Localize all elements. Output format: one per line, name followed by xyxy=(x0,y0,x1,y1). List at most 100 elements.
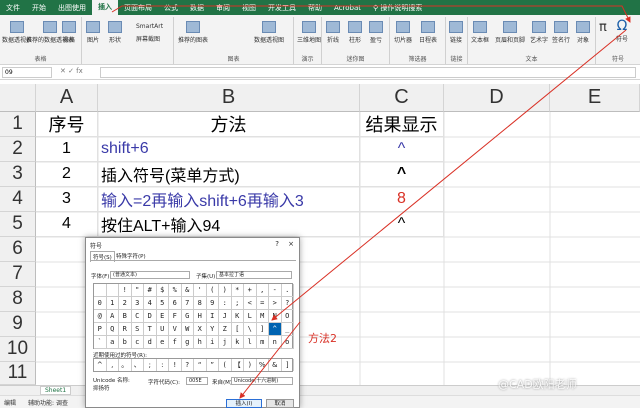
symbol-cell[interactable]: 3 xyxy=(131,297,144,310)
tab-view[interactable]: 视图 xyxy=(236,3,262,13)
column-header-c[interactable]: C xyxy=(360,84,444,112)
symbol-cell[interactable]: U xyxy=(156,323,169,336)
symbol-cell[interactable]: c xyxy=(131,336,144,349)
row-header[interactable]: 5 xyxy=(0,212,36,237)
char-code-input[interactable]: 005E xyxy=(186,377,208,385)
symbol-cell[interactable]: > xyxy=(269,297,282,310)
symbol-cell[interactable]: e xyxy=(156,336,169,349)
symbol-cell[interactable]: O xyxy=(281,310,294,323)
symbol-cell[interactable]: 4 xyxy=(144,297,157,310)
row-header[interactable]: 8 xyxy=(0,287,36,312)
symbol-cell[interactable]: < xyxy=(244,297,257,310)
symbol-cell[interactable]: Z xyxy=(219,323,232,336)
symbol-cell[interactable]: Y xyxy=(206,323,219,336)
cell-a4[interactable]: 3 xyxy=(36,187,98,212)
symbol-cell[interactable]: 6 xyxy=(169,297,182,310)
recent-symbol[interactable]: ^ xyxy=(94,359,107,371)
cell-a1[interactable]: 序号 xyxy=(36,112,98,137)
recent-symbol[interactable]: & xyxy=(269,359,282,371)
recommended-charts-button[interactable]: 推荐的图表 xyxy=(178,21,208,44)
symbol-cell[interactable]: B xyxy=(119,310,132,323)
symbol-cell[interactable]: L xyxy=(244,310,257,323)
symbol-cell[interactable]: M xyxy=(256,310,269,323)
recent-symbol[interactable]: ? xyxy=(182,359,194,371)
cancel-button[interactable]: 取消 xyxy=(266,399,294,408)
symbol-cell[interactable]: l xyxy=(244,336,257,349)
equation-button[interactable]: π xyxy=(599,20,607,35)
recent-symbol[interactable]: ! xyxy=(169,359,182,371)
recent-symbol[interactable]: 、 xyxy=(132,359,144,371)
symbol-cell[interactable]: n xyxy=(269,336,282,349)
tab-data[interactable]: 数据 xyxy=(184,3,210,13)
tab-acrobat[interactable]: Acrobat xyxy=(328,4,367,12)
tab-help[interactable]: 帮助 xyxy=(302,3,328,13)
row-header[interactable]: 6 xyxy=(0,237,36,262)
cell-c4[interactable]: 8 xyxy=(360,187,444,212)
link-button[interactable]: 链接 xyxy=(449,21,463,44)
3d-map-button[interactable]: 三维地图 xyxy=(297,21,321,44)
symbol-cell[interactable]: i xyxy=(206,336,219,349)
tab-file[interactable]: 文件 xyxy=(0,3,26,13)
symbol-cell[interactable]: . xyxy=(281,284,294,297)
sparkline-line-button[interactable]: 折线 xyxy=(326,21,340,44)
symbol-cell[interactable]: ; xyxy=(231,297,244,310)
cell-a5[interactable]: 4 xyxy=(36,212,98,237)
symbol-cell[interactable]: " xyxy=(131,284,144,297)
select-all-corner[interactable] xyxy=(0,84,36,112)
cell-b5[interactable]: 按住ALT+输入94 xyxy=(98,212,360,237)
symbol-cell[interactable]: , xyxy=(256,284,269,297)
column-header-e[interactable]: E xyxy=(550,84,640,112)
recent-symbol[interactable]: 【 xyxy=(232,359,244,371)
header-footer-button[interactable]: 页眉和页脚 xyxy=(495,21,525,44)
close-icon[interactable]: × xyxy=(288,240,294,248)
symbol-cell[interactable]: f xyxy=(169,336,182,349)
sparkline-winloss-button[interactable]: 盈亏 xyxy=(369,21,383,44)
symbol-button[interactable]: Ω 符号 xyxy=(616,18,628,43)
row-header[interactable]: 4 xyxy=(0,187,36,212)
tab-page-layout[interactable]: 页面布局 xyxy=(118,3,158,13)
symbol-cell[interactable]: J xyxy=(219,310,232,323)
pictures-button[interactable]: 图片 xyxy=(86,21,100,44)
symbol-cell[interactable]: g xyxy=(181,336,194,349)
tab-insert[interactable]: 插入 xyxy=(92,0,118,15)
tab-formulas[interactable]: 公式 xyxy=(158,3,184,13)
recent-symbol[interactable]: ] xyxy=(282,359,294,371)
tab-home[interactable]: 开始 xyxy=(26,3,52,13)
symbol-cell[interactable]: j xyxy=(219,336,232,349)
tell-me-search[interactable]: ⚲ 操作说明搜索 xyxy=(367,3,428,13)
symbol-cell[interactable]: # xyxy=(144,284,157,297)
insert-button[interactable]: 插入(I) xyxy=(226,399,262,408)
symbol-cell[interactable]: _ xyxy=(281,323,294,336)
symbol-cell[interactable]: 5 xyxy=(156,297,169,310)
cell-b1[interactable]: 方法 xyxy=(98,112,360,137)
symbol-cell[interactable]: b xyxy=(119,336,132,349)
symbol-cell[interactable]: C xyxy=(131,310,144,323)
symbol-cell[interactable]: ' xyxy=(194,284,207,297)
symbol-cell[interactable]: T xyxy=(144,323,157,336)
symbol-cell[interactable]: K xyxy=(231,310,244,323)
recent-symbol[interactable]: ( xyxy=(219,359,232,371)
cell-c5[interactable]: ^ xyxy=(360,212,444,237)
symbol-cell[interactable]: ` xyxy=(94,336,107,349)
cell-b3[interactable]: 插入符号(菜单方式) xyxy=(98,162,360,187)
slicer-button[interactable]: 切片器 xyxy=(394,21,412,44)
cell-a3[interactable]: 2 xyxy=(36,162,98,187)
row-header[interactable]: 9 xyxy=(0,312,36,337)
symbol-cell[interactable]: 7 xyxy=(181,297,194,310)
symbol-cell[interactable]: [ xyxy=(231,323,244,336)
symbol-cell[interactable]: a xyxy=(106,336,119,349)
wordart-button[interactable]: 艺术字 xyxy=(530,21,548,44)
cell-a2[interactable]: 1 xyxy=(36,137,98,162)
tab-review[interactable]: 审阅 xyxy=(210,3,236,13)
screenshot-button[interactable]: 屏幕截图 xyxy=(136,34,160,43)
symbol-cell[interactable]: D xyxy=(144,310,157,323)
recent-symbol[interactable]: 。 xyxy=(119,359,132,371)
timeline-button[interactable]: 日程表 xyxy=(419,21,437,44)
symbol-cell[interactable]: H xyxy=(194,310,207,323)
symbol-cell[interactable]: \ xyxy=(244,323,257,336)
symbol-cell[interactable]: V xyxy=(169,323,182,336)
symbol-cell[interactable]: A xyxy=(106,310,119,323)
symbol-cell[interactable]: N xyxy=(269,310,282,323)
tab-drawing[interactable]: 出图使用 xyxy=(52,3,92,13)
symbol-cell[interactable]: W xyxy=(181,323,194,336)
